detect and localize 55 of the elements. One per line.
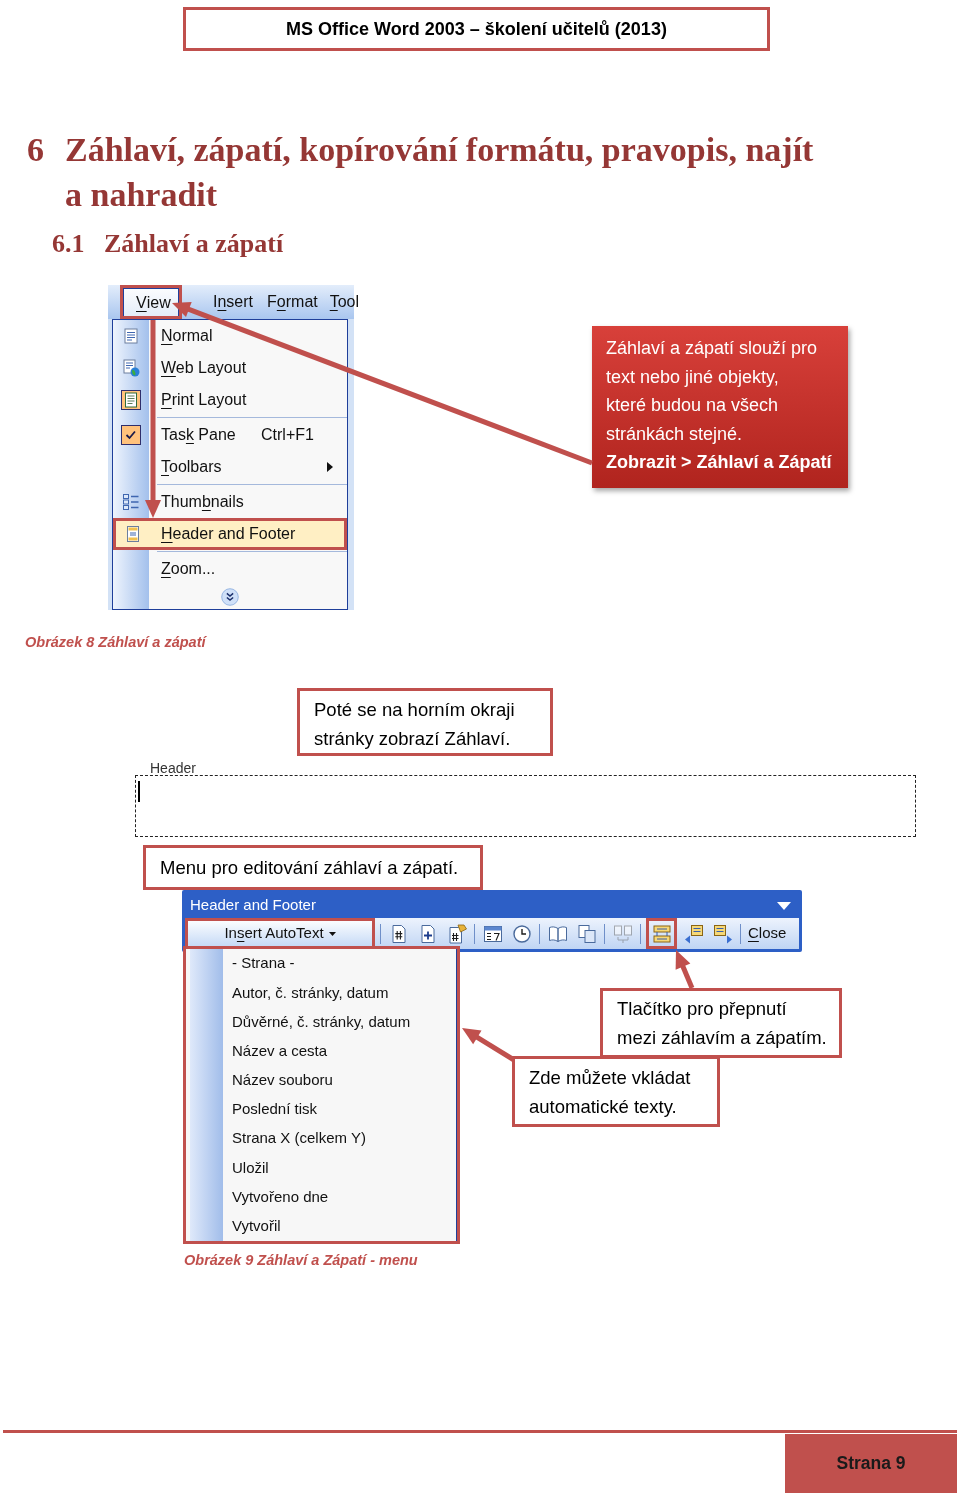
toolbar-button[interactable]: Close: [746, 921, 789, 946]
submenu-arrow-icon: [327, 462, 333, 472]
menu-item[interactable]: Header and Footer: [116, 521, 344, 547]
caret-icon: [328, 931, 336, 936]
menu-item[interactable]: Název a cesta: [186, 1036, 456, 1066]
dropdown-triangle-icon[interactable]: [777, 901, 791, 910]
menu-item[interactable]: Vytvořeno dne: [186, 1182, 456, 1212]
linked-pages-icon: [612, 923, 633, 944]
menu-item[interactable]: Vytvořil: [186, 1211, 456, 1241]
subheading-number: 6.1: [52, 229, 85, 258]
menu-item[interactable]: Print Layout: [113, 384, 347, 416]
callout-text: Záhlaví a zápatí slouží pro text nebo jiné objekty, které budou na všech stránkách stejné.: [606, 337, 819, 446]
menu-bar-item[interactable]: Tool: [329, 293, 360, 310]
menu-item[interactable]: Web Layout: [113, 352, 347, 384]
menu-bar-item[interactable]: Insert: [213, 293, 254, 310]
double-chevron-icon[interactable]: [221, 588, 239, 606]
clock-icon: [511, 923, 532, 944]
menu-item[interactable]: Normal: [113, 320, 347, 352]
page-right-arrow-icon: [712, 923, 733, 944]
menu-item[interactable]: Název souboru: [186, 1065, 456, 1095]
callout: Tlačítko pro přepnutí mezi záhlavím a zápatím.: [600, 988, 842, 1058]
subheading-title: Záhlaví a zápatí: [104, 228, 284, 260]
menu-item[interactable]: Důvěrné, č. stránky, datum: [186, 1007, 456, 1037]
dropdown-button[interactable]: Insert AutoText: [188, 921, 372, 946]
running-header: MS Office Word 2003 – školení učitelů (2013): [183, 7, 770, 51]
callout: Menu pro editování záhlaví a zápatí.: [143, 845, 483, 890]
open-book-icon: [547, 923, 568, 944]
header-field[interactable]: [135, 775, 916, 837]
figure-caption: Obrázek 9 Záhlaví a Zápatí - menu: [184, 1252, 418, 1268]
menu-item[interactable]: Thumbnails: [113, 486, 347, 518]
menu-item[interactable]: Zoom...: [113, 553, 347, 585]
menu-item[interactable]: Toolbars: [113, 451, 347, 483]
header-label: Header: [150, 760, 196, 776]
text-cursor: [138, 781, 140, 802]
toolbar-title: Header and Footer: [190, 895, 316, 916]
menu-item[interactable]: Strana X (celkem Y): [186, 1124, 456, 1154]
heading-number: 6: [27, 131, 44, 168]
menu-item[interactable]: Autor, č. stránky, datum: [186, 978, 456, 1008]
menu-item[interactable]: Poslední tisk: [186, 1094, 456, 1125]
menu-bar-item[interactable]: View: [123, 288, 179, 316]
page-hash-brush-icon: [446, 923, 467, 944]
callout: Poté se na horním okraji stránky zobrazí Záhlaví.: [297, 688, 553, 756]
figure-caption: Obrázek 8 Záhlaví a zápatí: [25, 634, 206, 650]
menu-item[interactable]: Task Pane Ctrl+F1: [113, 419, 347, 451]
menu-item[interactable]: - Strana -: [186, 949, 456, 979]
callout: Zde můžete vkládat automatické texty.: [512, 1056, 720, 1127]
calendar-icon: [482, 923, 503, 944]
arrow: [462, 1028, 516, 1063]
heading-title: Záhlaví, zápatí, kopírování formátu, pravopis, najít a nahradit: [65, 131, 814, 213]
page-left-arrow-icon: [683, 923, 704, 944]
two-pages-icon: [576, 923, 597, 944]
page-number: Strana 9: [785, 1434, 957, 1493]
menu-item[interactable]: Uložil: [186, 1153, 456, 1183]
callout-command: Zobrazit > Záhlaví a Zápatí: [606, 451, 832, 474]
menu-bar-item[interactable]: Format: [267, 293, 318, 310]
